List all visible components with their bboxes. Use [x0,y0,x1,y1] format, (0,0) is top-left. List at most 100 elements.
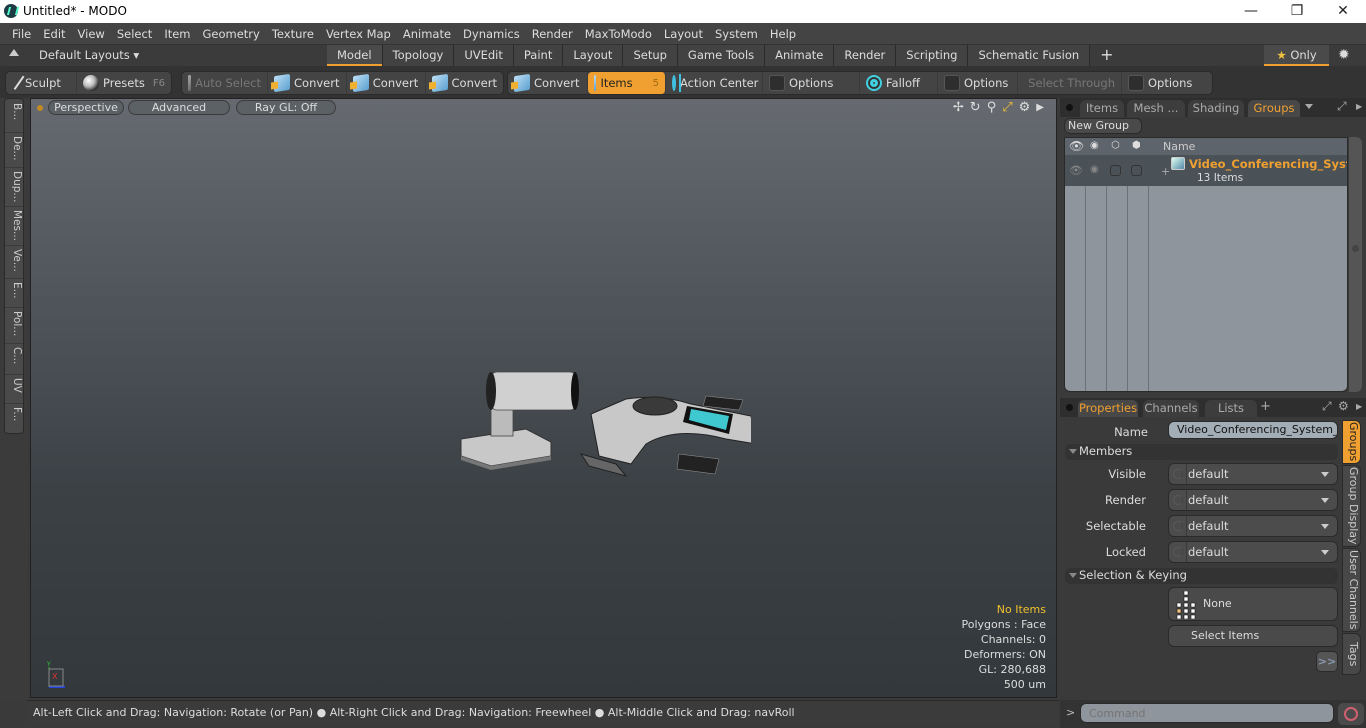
more-button[interactable]: >> [1316,651,1338,672]
left-tab-uv[interactable]: UV [5,374,23,404]
convert-button-4[interactable]: Convert [508,72,588,94]
group-name[interactable]: Video_Conferencing_Syst... [1189,157,1347,171]
sculpt-button[interactable]: Sculpt [6,72,78,94]
select-cube-icon[interactable]: ⬡ [1111,140,1120,151]
panel-arrow-icon[interactable]: ▶ [1356,402,1362,411]
tab-paint[interactable]: Paint [513,45,564,66]
gear-icon[interactable]: ✹ [1338,47,1350,63]
action-center-button[interactable]: Action Center [666,72,763,94]
options-button-1[interactable]: Options [763,72,860,94]
expand-panel-icon[interactable]: ⤢ [1322,399,1332,414]
menu-item[interactable]: Item [158,23,196,45]
close-button[interactable]: ✕ [1320,0,1366,23]
tab-layout[interactable]: Layout [563,45,624,66]
menu-geometry[interactable]: Geometry [197,23,266,45]
render-camera-icon[interactable]: ◉ [1090,140,1099,151]
tab-properties[interactable]: Properties [1078,400,1138,417]
viewport-menu-arrow-icon[interactable]: ▶ [1036,100,1044,116]
side-tab-tags[interactable]: Tags [1342,633,1361,675]
left-tab-deform[interactable]: De... [5,132,23,168]
new-group-button[interactable]: New Group [1064,118,1142,134]
tab-scripting[interactable]: Scripting [896,45,969,66]
options-button-3[interactable]: Options [1122,72,1198,94]
side-tab-group-display[interactable]: Group Display [1342,465,1361,547]
record-macro-button[interactable] [1338,703,1364,725]
maximize-button[interactable]: ❐ [1274,0,1320,23]
keyframe-circle-icon[interactable] [1173,495,1183,505]
3d-viewport[interactable]: Perspective Advanced Ray GL: Off ✢ ↻ ⚲ ⤢… [30,98,1057,698]
add-tab-button[interactable]: + [1090,45,1123,66]
row-camera-icon[interactable]: ◉ [1090,164,1099,175]
items-mode-button[interactable]: Items 5 [588,72,666,94]
select-items-button[interactable]: Select Items [1168,625,1338,647]
tab-mesh[interactable]: Mesh ... [1127,100,1185,117]
menu-vertex-map[interactable]: Vertex Map [320,23,397,45]
maximize-viewport-icon[interactable]: ⤢ [1002,100,1012,116]
options-button-2[interactable]: Options [938,72,1018,94]
left-tab-polygon[interactable]: Pol... [5,307,23,344]
menu-animate[interactable]: Animate [397,23,457,45]
panel-dot-icon[interactable] [1066,404,1073,411]
side-tab-groups[interactable]: Groups [1342,420,1361,464]
minimize-button[interactable]: — [1228,0,1274,23]
keyframe-circle-icon[interactable] [1173,469,1183,479]
keyframe-circle-icon[interactable] [1173,547,1183,557]
menu-system[interactable]: System [709,23,764,45]
zoom-icon[interactable]: ⚲ [987,100,997,116]
menu-dynamics[interactable]: Dynamics [457,23,526,45]
pan-icon[interactable]: ✢ [953,100,964,116]
left-tab-curve[interactable]: C... [5,343,23,375]
group-list[interactable]: 👁 ◉ ⬡ ⬢ Name 👁 ◉ + Video_Conferencing_Sy… [1064,137,1348,392]
locked-dropdown[interactable]: default [1168,541,1338,563]
row-lock-toggle[interactable] [1131,165,1142,176]
tab-items[interactable]: Items [1080,100,1124,117]
shading-mode-button[interactable]: Advanced [128,100,230,115]
viewport-status-dot-icon[interactable] [37,105,43,111]
expand-icon[interactable]: + [1161,165,1170,178]
menu-layout[interactable]: Layout [658,23,709,45]
tab-model[interactable]: Model [327,45,383,66]
menu-maxtomodo[interactable]: MaxToModo [579,23,658,45]
group-row[interactable]: 👁 ◉ + Video_Conferencing_Syst... 13 Item… [1065,155,1347,186]
collapse-up-icon[interactable] [9,49,19,56]
raygl-button[interactable]: Ray GL: Off [236,100,336,115]
tab-topology[interactable]: Topology [382,45,455,66]
menu-help[interactable]: Help [764,23,802,45]
render-dropdown[interactable]: default [1168,489,1338,511]
menu-edit[interactable]: Edit [37,23,71,45]
left-tab-fusion[interactable]: F... [5,403,23,433]
left-tab-vertex[interactable]: Ve... [5,245,23,279]
keyframe-circle-icon[interactable] [1173,521,1183,531]
panel-arrow-icon[interactable]: ▶ [1356,102,1362,111]
panel-dot-icon[interactable] [1066,104,1073,111]
tab-uvedit[interactable]: UVEdit [454,45,514,66]
left-tab-basic[interactable]: B... [5,99,23,133]
menu-texture[interactable]: Texture [266,23,320,45]
falloff-button[interactable]: Falloff [860,72,938,94]
tabs-dropdown-icon[interactable] [1305,104,1313,109]
add-panel-tab-button[interactable]: + [1260,399,1271,414]
visible-dropdown[interactable]: default [1168,463,1338,485]
tab-shading[interactable]: Shading [1188,100,1244,117]
video-conferencing-model[interactable] [451,364,751,484]
auto-select-button[interactable]: Auto Select [182,72,268,94]
side-tab-user-channels[interactable]: User Channels [1342,548,1361,632]
tab-channels[interactable]: Channels [1143,400,1199,417]
presets-button[interactable]: Presets F6 [77,72,171,94]
scroll-handle[interactable] [1352,245,1359,252]
only-button[interactable]: ★ Only [1264,45,1329,66]
left-tab-edge[interactable]: E... [5,278,23,308]
group-name-field[interactable]: Video_Conferencing_System_Set [1168,421,1338,439]
menu-select[interactable]: Select [111,23,158,45]
select-through-button[interactable]: Select Through [1018,72,1122,94]
command-input[interactable] [1080,703,1334,723]
selection-keying-section[interactable]: Selection & Keying [1065,568,1338,584]
visibility-eye-icon[interactable]: 👁 [1069,139,1084,153]
convert-button-3[interactable]: Convert [426,72,503,94]
name-column-header[interactable]: Name [1163,140,1195,153]
menu-view[interactable]: View [72,23,111,45]
view-mode-button[interactable]: Perspective [48,100,124,115]
menu-render[interactable]: Render [526,23,579,45]
none-selection-button[interactable]: None [1168,587,1338,621]
rotate-icon[interactable]: ↻ [970,100,981,116]
